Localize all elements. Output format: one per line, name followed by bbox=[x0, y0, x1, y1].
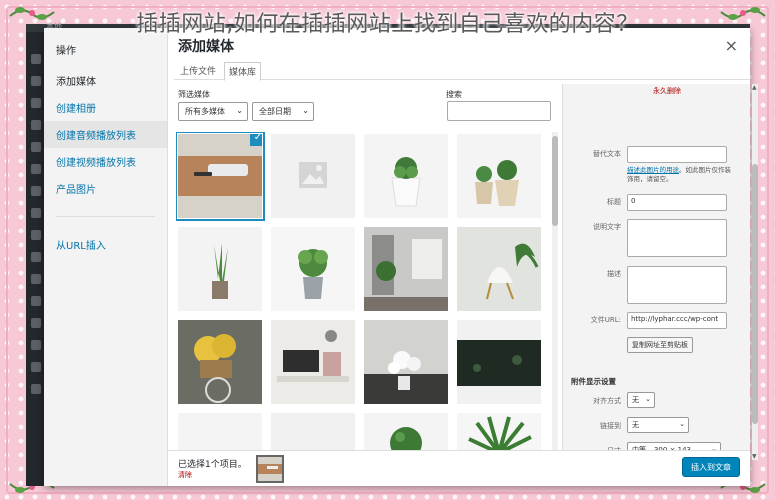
chevron-down-icon: ⌄ bbox=[645, 395, 651, 403]
menu-icon bbox=[31, 142, 41, 152]
caption-label: 说明文字 bbox=[593, 223, 621, 231]
menu-icon bbox=[31, 120, 41, 130]
description-field[interactable] bbox=[627, 266, 727, 304]
alt-text-help-link[interactable]: 描述此图片的用途 bbox=[627, 166, 679, 174]
menu-icon bbox=[31, 230, 41, 240]
media-thumbnail-round-shrub[interactable] bbox=[364, 413, 448, 452]
link-to-select[interactable]: 无 ⌄ bbox=[627, 417, 689, 433]
search-label: 搜索 bbox=[446, 90, 462, 99]
scroll-up-icon[interactable]: ▲ bbox=[752, 84, 757, 91]
media-thumbnail-white-flowers[interactable] bbox=[364, 320, 448, 404]
menu-icon bbox=[31, 208, 41, 218]
menu-item-product-image[interactable]: 产品图片 bbox=[44, 175, 167, 202]
alt-text-help: 描述此图片的用途。如此图片仅作装饰用，请留空。 bbox=[627, 166, 737, 184]
overlay-title: 插插网站,如何在插插网站上找到自己喜欢的内容？ bbox=[136, 12, 639, 37]
alt-text-label: 替代文本 bbox=[593, 150, 621, 158]
insert-into-post-button[interactable]: 插入到文章 bbox=[682, 457, 740, 477]
media-content: 添加媒体 × 上传文件 媒体库 筛选媒体 搜索 所有多媒体 ⌄ 全部日期 ⌄ ✓… bbox=[168, 28, 758, 486]
scrollbar-thumb[interactable] bbox=[552, 136, 558, 226]
alignment-label: 对齐方式 bbox=[593, 397, 621, 405]
media-thumbnail-bicycle-flowers[interactable] bbox=[178, 320, 262, 404]
alignment-value: 无 bbox=[632, 396, 639, 404]
menu-item-create-gallery[interactable]: 创建相册 bbox=[44, 94, 167, 121]
menu-icon bbox=[31, 340, 41, 350]
menu-divider bbox=[56, 216, 155, 217]
media-tabs: 上传文件 媒体库 bbox=[174, 60, 750, 81]
search-input[interactable] bbox=[447, 101, 551, 121]
media-thumbnail-snake-plant[interactable] bbox=[178, 227, 262, 311]
delete-permanently-link[interactable]: 永久删除 bbox=[653, 86, 681, 96]
menu-icon bbox=[31, 76, 41, 86]
menu-icon bbox=[31, 54, 41, 64]
file-url-field[interactable]: http://lyphar.ccc/wp-cont bbox=[627, 312, 727, 329]
display-settings-heading: 附件显示设置 bbox=[571, 377, 616, 386]
menu-icon bbox=[31, 252, 41, 262]
attachment-details: 永久删除 替代文本 描述此图片的用途。如此图片仅作装饰用，请留空。 标题 0 说… bbox=[562, 84, 750, 460]
title-label: 标题 bbox=[607, 198, 621, 206]
scroll-down-icon[interactable]: ▼ bbox=[752, 453, 757, 460]
link-to-value: 无 bbox=[632, 421, 639, 429]
tab-media-library[interactable]: 媒体库 bbox=[224, 62, 262, 81]
menu-icon bbox=[31, 384, 41, 394]
menu-icon bbox=[31, 186, 41, 196]
media-thumbnail-chair-plant[interactable] bbox=[457, 227, 541, 311]
media-toolbar: 已选择1个项目。 清除 插入到文章 bbox=[168, 450, 750, 486]
filter-label: 筛选媒体 bbox=[178, 90, 210, 99]
media-type-value: 所有多媒体 bbox=[185, 107, 225, 116]
media-grid-scrollbar[interactable] bbox=[552, 132, 558, 452]
menu-item-audio-playlist[interactable]: 创建音频播放列表 bbox=[44, 121, 167, 148]
admin-menu-icons bbox=[29, 54, 43, 406]
selected-thumbnail[interactable] bbox=[256, 455, 284, 483]
media-thumbnail-succulent-white-pot[interactable] bbox=[364, 134, 448, 218]
chevron-down-icon: ⌄ bbox=[679, 420, 685, 428]
chevron-down-icon: ⌄ bbox=[302, 106, 309, 115]
image-placeholder-icon bbox=[299, 162, 327, 188]
media-type-select[interactable]: 所有多媒体 ⌄ bbox=[178, 102, 248, 121]
media-thumbnail-interior-room[interactable] bbox=[364, 227, 448, 311]
copy-url-button[interactable]: 复制网址至剪贴板 bbox=[627, 337, 693, 353]
media-thumbnail-row4-2[interactable] bbox=[271, 413, 355, 452]
description-label: 描述 bbox=[607, 270, 621, 278]
menu-item-video-playlist[interactable]: 创建视频播放列表 bbox=[44, 148, 167, 175]
scrollbar-thumb[interactable] bbox=[752, 164, 758, 424]
alt-text-field[interactable] bbox=[627, 146, 727, 163]
title-field[interactable]: 0 bbox=[627, 194, 727, 211]
details-scrollbar[interactable]: ▲ ▼ bbox=[752, 84, 758, 460]
media-thumbnail-leafy-plant[interactable] bbox=[271, 227, 355, 311]
media-thumbnail-dark-leaves[interactable] bbox=[457, 320, 541, 404]
checkmark-icon[interactable]: ✓ bbox=[250, 134, 262, 146]
media-thumbnail-placeholder[interactable] bbox=[271, 134, 355, 218]
selection-count: 已选择1个项目。 bbox=[178, 460, 247, 470]
media-thumbnail-two-succulents[interactable] bbox=[457, 134, 541, 218]
media-thumbnail-row4-1[interactable] bbox=[178, 413, 262, 452]
menu-icon bbox=[31, 274, 41, 284]
media-modal: 操作 添加媒体 创建相册 创建音频播放列表 创建视频播放列表 产品图片 从URL… bbox=[44, 28, 758, 486]
menu-icon bbox=[31, 296, 41, 306]
date-select[interactable]: 全部日期 ⌄ bbox=[252, 102, 314, 121]
link-to-label: 链接到 bbox=[600, 422, 621, 430]
file-url-label: 文件URL: bbox=[590, 316, 621, 324]
menu-icon bbox=[31, 98, 41, 108]
media-thumbnail-living-room[interactable] bbox=[271, 320, 355, 404]
alignment-select[interactable]: 无 ⌄ bbox=[627, 392, 655, 408]
menu-icon bbox=[31, 318, 41, 328]
caption-field[interactable] bbox=[627, 219, 727, 257]
media-grid: ✓ bbox=[176, 132, 548, 452]
tab-upload-files[interactable]: 上传文件 bbox=[176, 62, 220, 79]
media-thumbnail-spiky-plant[interactable] bbox=[457, 413, 541, 452]
media-thumbnail-desk-device[interactable]: ✓ bbox=[176, 132, 265, 221]
date-value: 全部日期 bbox=[259, 107, 291, 116]
menu-item-add-media[interactable]: 添加媒体 bbox=[44, 67, 167, 94]
modal-title: 添加媒体 bbox=[178, 39, 234, 55]
media-menu: 操作 添加媒体 创建相册 创建音频播放列表 创建视频播放列表 产品图片 从URL… bbox=[44, 28, 168, 486]
menu-heading: 操作 bbox=[56, 46, 76, 57]
menu-icon bbox=[31, 362, 41, 372]
menu-item-insert-from-url[interactable]: 从URL插入 bbox=[44, 231, 167, 258]
menu-icon bbox=[31, 164, 41, 174]
chevron-down-icon: ⌄ bbox=[236, 106, 243, 115]
close-icon[interactable]: × bbox=[725, 36, 738, 55]
clear-selection-link[interactable]: 清除 bbox=[178, 470, 192, 480]
